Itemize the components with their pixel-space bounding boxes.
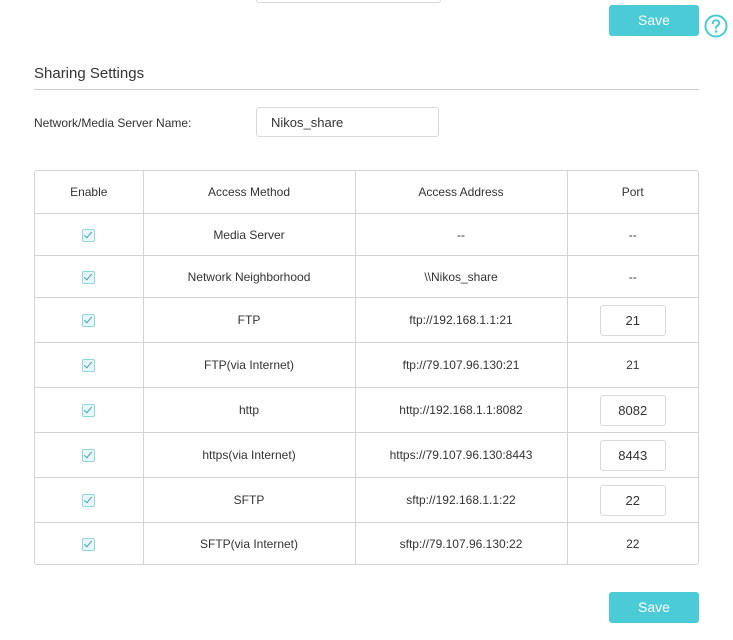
enable-checkbox[interactable] (82, 359, 96, 373)
table-header-row: Enable Access Method Access Address Port (35, 171, 698, 214)
access-address: -- (355, 213, 568, 256)
port-input[interactable] (599, 394, 666, 426)
port-cell (567, 432, 698, 478)
sharing-settings-page: Save Sharing Settings Network/Media Serv… (0, 0, 733, 640)
enable-cell (35, 342, 144, 388)
server-name-label: Network/Media Server Name: (34, 116, 192, 130)
port-cell (567, 477, 698, 523)
save-button-top[interactable]: Save (609, 5, 699, 36)
port-value: -- (567, 255, 698, 298)
enable-checkbox[interactable] (82, 314, 96, 328)
table-row: SFTP(via Internet) sftp://79.107.96.130:… (35, 522, 698, 564)
access-method: Network Neighborhood (143, 255, 356, 298)
enable-checkbox[interactable] (82, 228, 96, 242)
enable-cell (35, 477, 144, 523)
access-address: \\Nikos_share (355, 255, 568, 298)
access-method: Media Server (143, 213, 356, 256)
enable-cell (35, 387, 144, 433)
port-value: 21 (567, 342, 698, 388)
enable-checkbox[interactable] (82, 404, 96, 418)
port-value: 22 (626, 536, 640, 551)
server-name-input[interactable] (256, 107, 439, 137)
enable-checkbox[interactable] (82, 537, 96, 551)
header-access-method: Access Method (143, 171, 356, 214)
sharing-table: Enable Access Method Access Address Port… (34, 170, 699, 565)
enable-cell (35, 255, 144, 298)
enable-cell (35, 297, 144, 343)
access-method: FTP (143, 297, 356, 343)
access-address: http://192.168.1.1:8082 (355, 387, 568, 433)
enable-checkbox[interactable] (82, 270, 96, 284)
table-row: https(via Internet) https://79.107.96.13… (35, 432, 698, 478)
enable-checkbox[interactable] (82, 449, 96, 463)
previous-section-input[interactable] (256, 0, 441, 3)
access-method: SFTP(via Internet) (143, 522, 356, 564)
table-row: FTP(via Internet) ftp://79.107.96.130:21… (35, 342, 698, 388)
table-row: SFTP sftp://192.168.1.1:22 (35, 477, 698, 523)
table-row: http http://192.168.1.1:8082 (35, 387, 698, 433)
access-address: ftp://79.107.96.130:21 (355, 342, 568, 388)
section-title: Sharing Settings (34, 65, 145, 82)
table-row: FTP ftp://192.168.1.1:21 (35, 297, 698, 343)
access-method: SFTP (143, 477, 356, 523)
save-button[interactable]: Save (609, 592, 699, 623)
access-address: sftp://192.168.1.1:22 (355, 477, 568, 523)
header-access-address: Access Address (355, 171, 568, 214)
section-divider (34, 89, 699, 90)
access-address: https://79.107.96.130:8443 (355, 432, 568, 478)
port-input[interactable] (599, 484, 666, 516)
access-method: https(via Internet) (143, 432, 356, 478)
header-port: Port (567, 171, 698, 214)
access-method: FTP(via Internet) (143, 342, 356, 388)
enable-cell (35, 432, 144, 478)
access-method: http (143, 387, 356, 433)
port-cell (567, 297, 698, 343)
enable-cell (35, 522, 144, 564)
port-cell (567, 387, 698, 433)
port-input[interactable] (599, 439, 666, 471)
question-circle-icon[interactable] (704, 14, 728, 38)
access-address: ftp://192.168.1.1:21 (355, 297, 568, 343)
port-input[interactable] (599, 304, 666, 336)
table-row: Network Neighborhood \\Nikos_share -- (35, 255, 698, 298)
table-row: Media Server -- -- (35, 213, 698, 256)
access-address: sftp://79.107.96.130:22 (355, 522, 568, 564)
header-enable: Enable (35, 171, 144, 214)
enable-checkbox[interactable] (82, 494, 96, 508)
port-value: -- (567, 213, 698, 256)
enable-cell (35, 213, 144, 256)
